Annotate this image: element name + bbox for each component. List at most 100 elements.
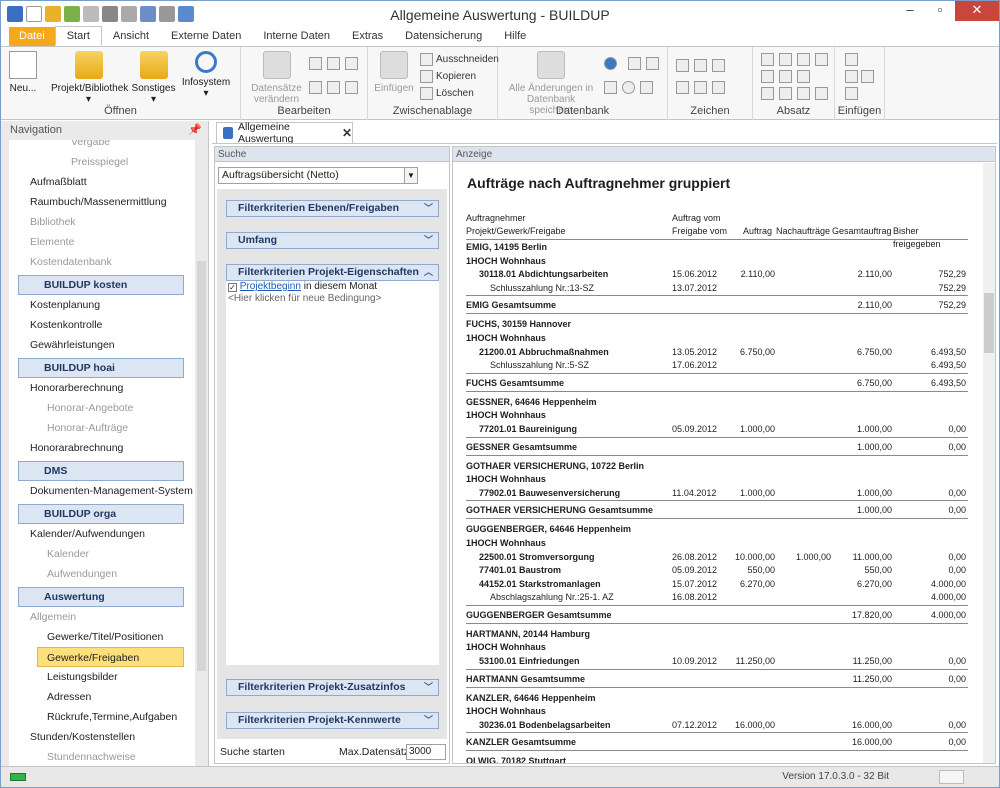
navigation-item[interactable]: Kalender/Aufwendungen — [9, 524, 195, 544]
sonstiges-button[interactable]: Sonstiges ▾ — [131, 51, 176, 105]
infosystem-button[interactable]: Infosystem ▾ — [181, 51, 231, 99]
outdent-icon[interactable] — [779, 70, 792, 83]
condition-field-link[interactable]: Projektbeginn — [240, 281, 301, 292]
navigation-item[interactable]: Stunden/Kostenstellen — [9, 727, 195, 747]
bold-icon[interactable] — [712, 59, 725, 72]
navigation-item[interactable]: Gewährleistungen — [9, 335, 195, 355]
numbering-icon[interactable] — [779, 87, 792, 100]
navigation-item[interactable]: Gewerke/Titel/Positionen — [9, 627, 195, 647]
indent-icon[interactable] — [761, 70, 774, 83]
tree-icon[interactable] — [309, 57, 322, 70]
tab-extras[interactable]: Extras — [341, 27, 394, 46]
navigation-item[interactable]: Stundennachweise — [9, 747, 195, 766]
ausschneiden-button[interactable]: Ausschneiden — [420, 53, 499, 66]
projekt-bibliothek-button[interactable]: Projekt/Bibliothek ▾ — [51, 51, 128, 105]
scrollbar-thumb[interactable] — [984, 293, 994, 353]
spellcheck-icon[interactable] — [761, 87, 774, 100]
chevron-down-icon[interactable]: ▼ — [404, 168, 417, 183]
loeschen-button[interactable]: Löschen — [420, 87, 474, 100]
link-icon[interactable] — [309, 81, 322, 94]
confirm-icon[interactable] — [604, 81, 617, 94]
navigation-item[interactable]: Rückrufe,Termine,Aufgaben — [9, 707, 195, 727]
tab-ansicht[interactable]: Ansicht — [102, 27, 160, 46]
navigation-item[interactable]: Honorarabrechnung — [9, 438, 195, 458]
settings-icon[interactable] — [327, 81, 340, 94]
export-icon[interactable] — [628, 57, 641, 70]
list-icon[interactable] — [327, 57, 340, 70]
tab-start[interactable]: Start — [54, 26, 102, 46]
navigation-item[interactable]: Kostendatenbank — [9, 252, 195, 272]
maximize-button[interactable]: ▫ — [925, 1, 955, 21]
close-button[interactable]: ✕ — [955, 1, 999, 21]
tab-externe-daten[interactable]: Externe Daten — [160, 27, 252, 46]
navigation-group-header[interactable]: Auswertung — [18, 587, 184, 607]
navigation-group-header[interactable]: BUILDUP kosten — [18, 275, 184, 295]
tab-interne-daten[interactable]: Interne Daten — [252, 27, 341, 46]
navigation-item[interactable]: Honorar-Aufträge — [9, 418, 195, 438]
navigation-group-header[interactable]: DMS — [18, 461, 184, 481]
navigation-item[interactable]: Honorarberechnung — [9, 378, 195, 398]
datensaetze-veraendern-button[interactable]: Datensätze verändern — [249, 51, 304, 105]
color-icon[interactable] — [712, 81, 725, 94]
insert-link-icon[interactable] — [861, 70, 874, 83]
insert-image-icon[interactable] — [845, 70, 858, 83]
navigation-item[interactable]: Bibliothek — [9, 212, 195, 232]
filter-panel-kennwerte[interactable]: Filterkriterien Projekt-Kennwerte ﹀ — [226, 712, 439, 729]
filter-panel-zusatzinfos[interactable]: Filterkriterien Projekt-Zusatzinfos ﹀ — [226, 679, 439, 696]
condition-checkbox[interactable]: ✓ — [228, 283, 237, 292]
tab-hilfe[interactable]: Hilfe — [493, 27, 537, 46]
navigation-group-header[interactable]: BUILDUP orga — [18, 504, 184, 524]
align-left-icon[interactable] — [761, 53, 774, 66]
navigation-item[interactable]: Elemente — [9, 232, 195, 252]
kopieren-button[interactable]: Kopieren — [420, 70, 476, 83]
pin-icon[interactable]: 📌 — [188, 121, 202, 140]
navigation-item[interactable]: Vergabe — [9, 140, 195, 152]
max-records-input[interactable]: 3000 — [406, 744, 446, 760]
calculator-icon[interactable] — [345, 81, 358, 94]
undo-icon[interactable] — [604, 57, 617, 70]
tab-datensicherung[interactable]: Datensicherung — [394, 27, 493, 46]
font-grow-icon[interactable] — [676, 81, 689, 94]
font-shrink-icon[interactable] — [694, 81, 707, 94]
navigation-item[interactable]: Leistungsbilder — [9, 667, 195, 687]
import-icon[interactable] — [646, 57, 659, 70]
filter-panel-ebenen[interactable]: Filterkriterien Ebenen/Freigaben ﹀ — [226, 200, 439, 217]
minimize-button[interactable]: – — [895, 1, 925, 21]
filter-panel-eigenschaften[interactable]: Filterkriterien Projekt-Eigenschaften ︿ — [226, 264, 439, 281]
font-icon[interactable] — [676, 59, 689, 72]
navigation-scrollbar[interactable] — [197, 261, 206, 671]
insert-object-icon[interactable] — [845, 53, 858, 66]
navigation-item[interactable]: Gewerke/Freigaben — [37, 647, 184, 667]
navigation-item[interactable]: Honorar-Angebote — [9, 398, 195, 418]
list-style-icon[interactable] — [797, 87, 810, 100]
navigation-item[interactable]: Adressen — [9, 687, 195, 707]
einfuegen-button[interactable]: Einfügen — [374, 51, 414, 94]
condition-row[interactable]: ✓ Projektbeginn in diesem Monat — [226, 281, 439, 293]
align-right-icon[interactable] — [797, 53, 810, 66]
navigation-item[interactable]: Preisspiegel — [9, 152, 195, 172]
justify-icon[interactable] — [815, 53, 828, 66]
align-center-icon[interactable] — [779, 53, 792, 66]
navigation-item[interactable]: Aufwendungen — [9, 564, 195, 584]
new-condition-link[interactable]: <Hier klicken für neue Bedingung> — [226, 293, 439, 305]
report-type-select[interactable]: Auftragsübersicht (Netto) ▼ — [218, 167, 418, 184]
close-tab-icon[interactable]: ✕ — [342, 126, 352, 140]
navigation-group-header[interactable]: BUILDUP hoai — [18, 358, 184, 378]
filter-panel-umfang[interactable]: Umfang ﹀ — [226, 232, 439, 249]
navigation-item[interactable]: Raumbuch/Massenermittlung — [9, 192, 195, 212]
lock-icon[interactable] — [640, 81, 653, 94]
navigation-item[interactable]: Kostenkontrolle — [9, 315, 195, 335]
neu-button[interactable]: Neu... — [7, 51, 39, 94]
navigation-item[interactable]: Dokumenten-Management-System — [9, 481, 195, 501]
insert-table-icon[interactable] — [845, 87, 858, 100]
navigation-item[interactable]: Aufmaßblatt — [9, 172, 195, 192]
report-scrollbar[interactable] — [983, 163, 995, 763]
italic-icon[interactable] — [694, 59, 707, 72]
tab-datei[interactable]: Datei — [9, 27, 55, 46]
bullets-icon[interactable] — [797, 70, 810, 83]
document-tab[interactable]: Allgemeine Auswertung ✕ — [216, 121, 353, 145]
search-start-button[interactable]: Suche starten — [220, 741, 285, 763]
cancel-icon[interactable] — [622, 81, 635, 94]
paint-icon[interactable] — [815, 87, 828, 100]
navigation-item[interactable]: Kostenplanung — [9, 295, 195, 315]
